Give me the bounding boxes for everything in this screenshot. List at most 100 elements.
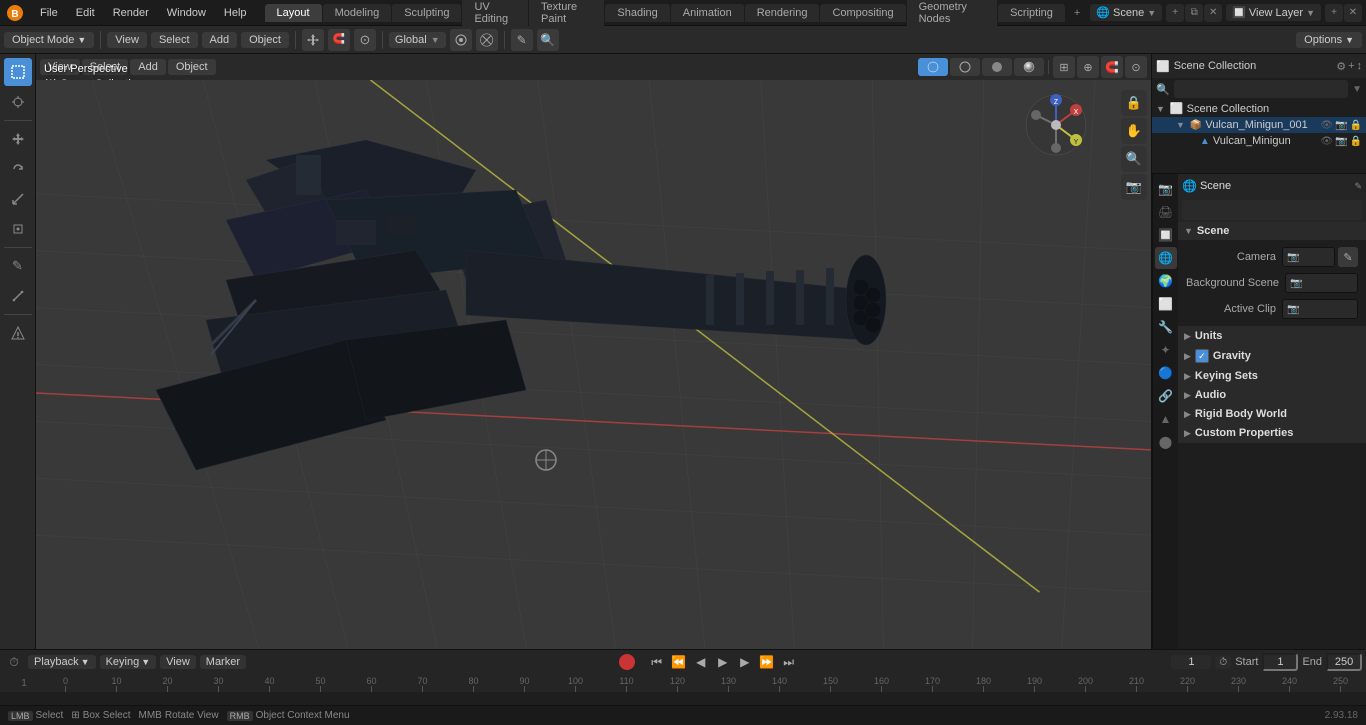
- units-section-header[interactable]: ▶ Units: [1178, 327, 1366, 345]
- next-keyframe-btn[interactable]: ▶: [735, 653, 755, 671]
- viewport-solid-btn[interactable]: [982, 58, 1012, 76]
- viewport-wire-btn[interactable]: [950, 58, 980, 76]
- props-world-icon[interactable]: 🌍: [1155, 270, 1177, 292]
- menu-help[interactable]: Help: [216, 5, 255, 21]
- add-workspace-button[interactable]: +: [1066, 4, 1088, 22]
- camera-field[interactable]: 📷: [1282, 247, 1335, 267]
- prev-keyframe-btn[interactable]: ◀: [691, 653, 711, 671]
- cursor-tool[interactable]: [4, 88, 32, 116]
- transform-orientation[interactable]: Global ▼: [389, 32, 446, 48]
- timeline-ruler[interactable]: 1 0 10 20 30 40 50 60 70 80 90 100 110 1…: [0, 674, 1366, 692]
- props-data-icon[interactable]: ▲: [1155, 408, 1177, 430]
- tree-item-vulcan-mesh[interactable]: ▶ ▲ Vulcan_Minigun 👁 📷 🔒: [1152, 133, 1366, 149]
- props-scene-icon[interactable]: 🌐: [1155, 247, 1177, 269]
- tab-animation[interactable]: Animation: [671, 4, 744, 22]
- annotations-btn[interactable]: ✎: [511, 29, 533, 51]
- fps-display[interactable]: ⏱: [1215, 656, 1231, 669]
- annotate-tool[interactable]: ✎: [4, 252, 32, 280]
- scene-delete-button[interactable]: ✕: [1204, 4, 1222, 22]
- tab-compositing[interactable]: Compositing: [820, 4, 905, 22]
- keying-btn[interactable]: Keying ▼: [100, 655, 157, 669]
- jump-start-btn[interactable]: ⏮: [647, 653, 667, 671]
- props-material-icon[interactable]: ⬤: [1155, 431, 1177, 453]
- overlay-toggle[interactable]: ⊞: [1053, 56, 1075, 78]
- camera-eyedropper[interactable]: ✎: [1338, 247, 1358, 267]
- viewport-zoom-btn[interactable]: 🔍: [1121, 146, 1147, 172]
- background-scene-field[interactable]: 📷: [1285, 273, 1358, 293]
- tree-item-2-lock[interactable]: 🔒: [1350, 136, 1362, 147]
- jump-end-btn[interactable]: ⏭: [779, 653, 799, 671]
- props-physics-icon[interactable]: 🔵: [1155, 362, 1177, 384]
- proportional-edit-toggle[interactable]: ⊙: [1125, 56, 1147, 78]
- tab-layout[interactable]: Layout: [265, 4, 322, 22]
- end-frame-input[interactable]: [1326, 653, 1362, 671]
- snap-toggle[interactable]: 🧲: [1101, 56, 1123, 78]
- outliner-search-input[interactable]: [1174, 80, 1348, 98]
- props-view-layer-icon[interactable]: 🔲: [1155, 224, 1177, 246]
- add-object-tool[interactable]: [4, 319, 32, 347]
- menu-edit[interactable]: Edit: [68, 5, 103, 21]
- object-menu[interactable]: Object: [241, 32, 289, 48]
- start-frame-input[interactable]: [1262, 653, 1298, 671]
- props-particles-icon[interactable]: ✦: [1155, 339, 1177, 361]
- select-tool[interactable]: [4, 58, 32, 86]
- marker-btn[interactable]: Marker: [200, 655, 246, 669]
- gizmo-toggle[interactable]: ⊕: [1077, 56, 1099, 78]
- transform-tool-btn[interactable]: [302, 29, 324, 51]
- navigation-gizmo[interactable]: X Y Z: [1021, 90, 1091, 160]
- viewport-hand-btn[interactable]: ✋: [1121, 118, 1147, 144]
- viewport-3d[interactable]: View Select Add Object: [36, 54, 1151, 649]
- tab-shading[interactable]: Shading: [605, 4, 669, 22]
- props-object-icon[interactable]: ⬜: [1155, 293, 1177, 315]
- object-header-btn[interactable]: Object: [168, 59, 216, 75]
- view-layer-selector[interactable]: 🔲 View Layer ▼: [1226, 4, 1321, 21]
- scene-section-header[interactable]: ▼ Scene: [1178, 222, 1366, 240]
- tree-item-scene-collection[interactable]: ▼ ⬜ Scene Collection: [1152, 100, 1366, 117]
- options-menu[interactable]: Options ▼: [1296, 32, 1362, 48]
- viewport-shading-btn[interactable]: [918, 58, 948, 76]
- proportional-btn[interactable]: ⊙: [354, 29, 376, 51]
- tab-geometry-nodes[interactable]: Geometry Nodes: [907, 0, 998, 28]
- custom-props-header[interactable]: ▶ Custom Properties: [1178, 424, 1366, 442]
- viewport-rendered-btn[interactable]: [1014, 58, 1044, 76]
- select-menu[interactable]: Select: [151, 32, 198, 48]
- filter-btn[interactable]: 🔍: [537, 29, 559, 51]
- keying-sets-header[interactable]: ▶ Keying Sets: [1178, 367, 1366, 385]
- prev-frame-btn[interactable]: ⏪: [669, 653, 689, 671]
- viewport-camera-btn[interactable]: 📷: [1121, 174, 1147, 200]
- transform-all-tool[interactable]: [4, 215, 32, 243]
- record-button[interactable]: [619, 654, 635, 670]
- move-tool[interactable]: [4, 125, 32, 153]
- props-search-input[interactable]: [1182, 200, 1362, 220]
- tab-sculpting[interactable]: Sculpting: [392, 4, 461, 22]
- menu-file[interactable]: File: [32, 5, 66, 21]
- tree-item-1-render[interactable]: 📷: [1335, 120, 1347, 131]
- timeline-view-btn[interactable]: View: [160, 655, 196, 669]
- props-output-icon[interactable]: 🖨: [1155, 201, 1177, 223]
- viewport-canvas[interactable]: [36, 80, 1151, 649]
- outliner-new-icon[interactable]: +: [1348, 60, 1354, 73]
- tab-modeling[interactable]: Modeling: [323, 4, 392, 22]
- tree-item-1-visibility[interactable]: 👁: [1320, 120, 1333, 131]
- proportional2-btn[interactable]: ⛒: [476, 29, 498, 51]
- rigid-body-header[interactable]: ▶ Rigid Body World: [1178, 405, 1366, 423]
- menu-window[interactable]: Window: [159, 5, 214, 21]
- tab-texture-paint[interactable]: Texture Paint: [529, 0, 604, 28]
- tree-item-2-visibility[interactable]: 👁: [1320, 136, 1333, 147]
- measure-tool[interactable]: [4, 282, 32, 310]
- props-constraints-icon[interactable]: 🔗: [1155, 385, 1177, 407]
- tree-item-2-render[interactable]: 📷: [1335, 136, 1347, 147]
- gravity-section-header[interactable]: ▶ ✓ Gravity: [1178, 346, 1366, 366]
- viewport-lock-btn[interactable]: 🔒: [1121, 90, 1147, 116]
- next-frame-btn[interactable]: ⏩: [757, 653, 777, 671]
- view-layer-delete-button[interactable]: ✕: [1344, 4, 1362, 22]
- snap-toggle-btn[interactable]: 🧲: [328, 29, 350, 51]
- scene-selector[interactable]: 🌐 Scene ▼: [1090, 4, 1162, 21]
- scene-new-button[interactable]: +: [1166, 4, 1184, 22]
- tab-uv-editing[interactable]: UV Editing: [462, 0, 528, 28]
- view-layer-new-button[interactable]: +: [1325, 4, 1343, 22]
- play-btn[interactable]: ▶: [713, 653, 733, 671]
- pivot-point-btn[interactable]: [450, 29, 472, 51]
- outliner-filter-icon[interactable]: ⚙: [1336, 60, 1346, 73]
- current-frame-input[interactable]: [1171, 655, 1211, 669]
